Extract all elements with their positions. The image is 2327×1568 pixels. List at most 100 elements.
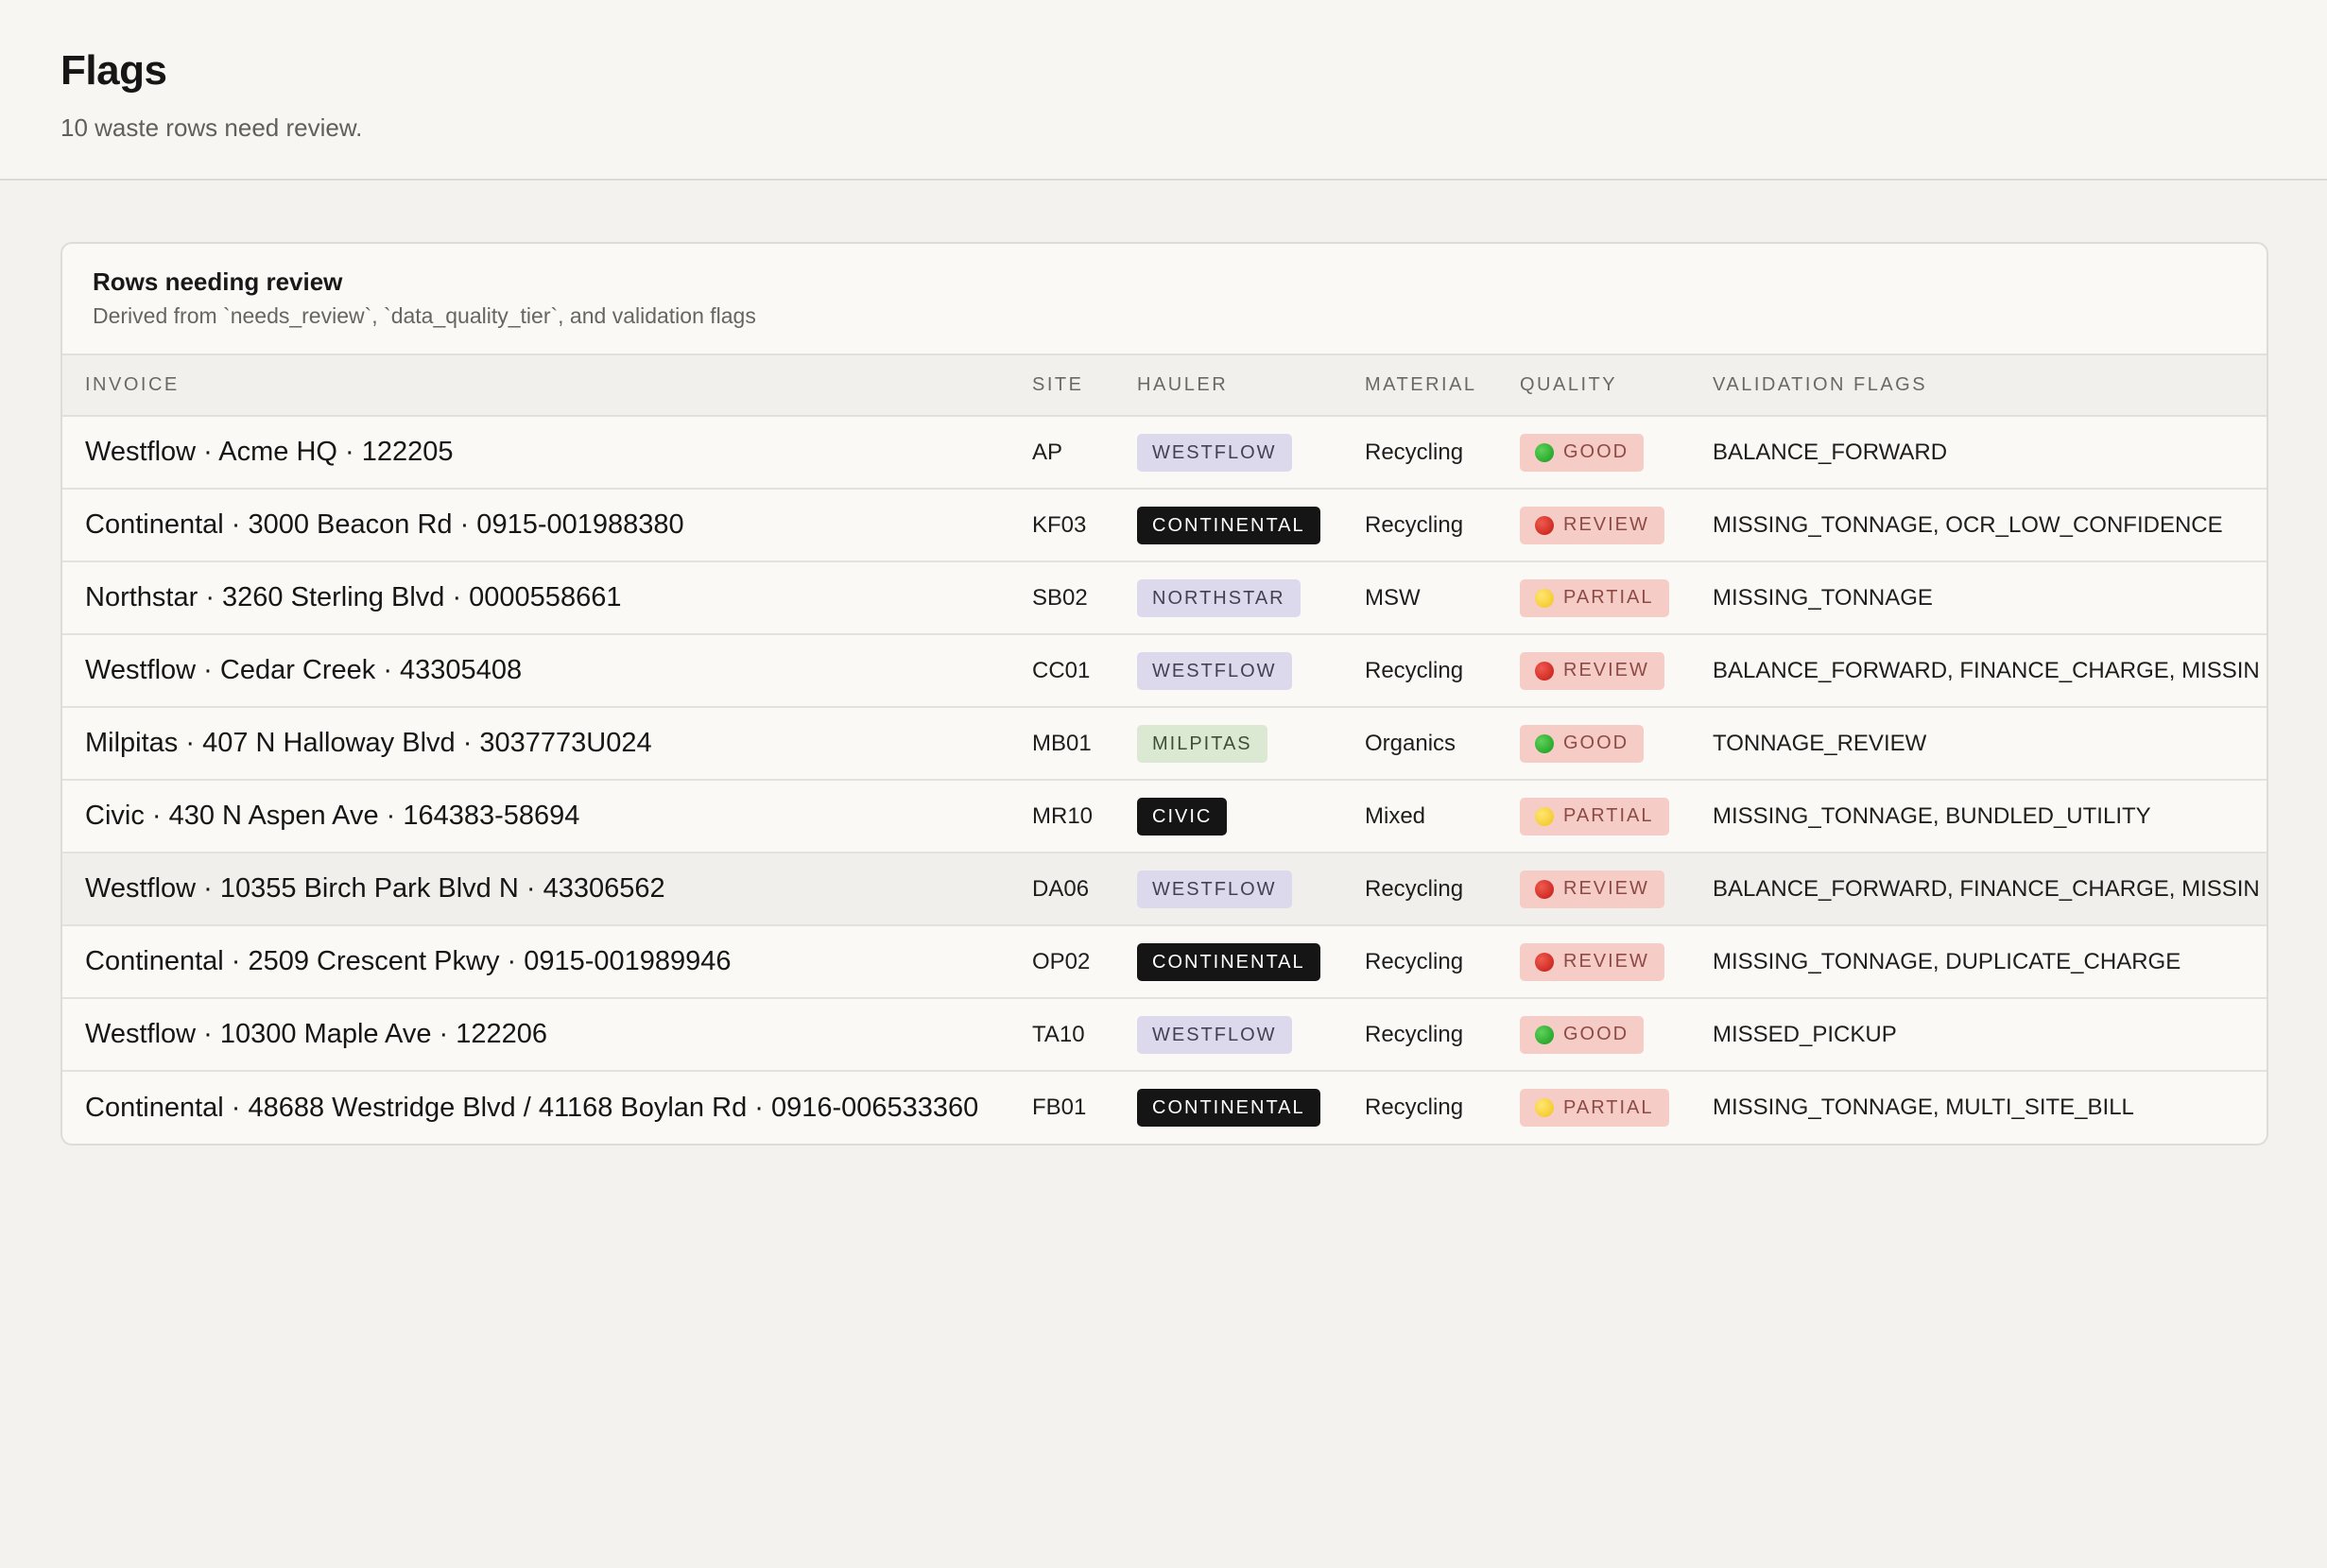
column-header-site[interactable]: SITE: [1009, 355, 1114, 417]
invoice-cell[interactable]: Continental · 2509 Crescent Pkwy · 0915-…: [62, 925, 1009, 998]
site-cell: MB01: [1032, 730, 1092, 756]
table-row[interactable]: Continental · 48688 Westridge Blvd / 411…: [62, 1071, 2267, 1144]
site-cell: AP: [1032, 439, 1063, 465]
material-cell: Mixed: [1365, 802, 1426, 829]
status-dot-icon: [1535, 442, 1554, 462]
hauler-cell: CONTINENTAL: [1114, 1071, 1342, 1144]
status-dot-icon: [1535, 515, 1554, 535]
invoice-cell[interactable]: Milpitas · 407 N Halloway Blvd · 3037773…: [62, 707, 1009, 780]
hauler-cell: WESTFLOW: [1114, 998, 1342, 1071]
material-cell: Recycling: [1365, 1021, 1464, 1047]
material-cell: Recycling: [1365, 875, 1464, 902]
quality-cell: REVIEW: [1497, 489, 1690, 561]
table-body: Westflow · Acme HQ · 122205 AP WESTFLOW Rec…: [62, 416, 2267, 1144]
table-row[interactable]: Northstar · 3260 Sterling Blvd · 0000558…: [62, 561, 2267, 634]
validation-flags-cell: MISSING_TONNAGE, BUNDLED_UTILITY: [1713, 802, 2151, 829]
status-dot-icon: [1535, 588, 1554, 608]
hauler-badge: CONTINENTAL: [1137, 942, 1320, 981]
invoice-cell[interactable]: Continental · 3000 Beacon Rd · 0915-0019…: [62, 489, 1009, 561]
site-cell: DA06: [1032, 875, 1090, 902]
status-dot-icon: [1535, 952, 1554, 972]
table-row[interactable]: Westflow · Acme HQ · 122205 AP WESTFLOW Rec…: [62, 416, 2267, 489]
card-title: Rows needing review: [93, 267, 343, 296]
table-row[interactable]: Civic · 430 N Aspen Ave · 164383-58694 MR…: [62, 780, 2267, 853]
table-row[interactable]: Westflow · 10300 Maple Ave · 122206 TA10 W…: [62, 998, 2267, 1071]
quality-badge: GOOD: [1520, 433, 1645, 472]
status-dot-icon: [1535, 879, 1554, 899]
table-row[interactable]: Continental · 2509 Crescent Pkwy · 0915-…: [62, 925, 2267, 998]
hauler-badge: NORTHSTAR: [1137, 578, 1301, 617]
hauler-badge: WESTFLOW: [1137, 870, 1292, 908]
quality-label: PARTIAL: [1563, 805, 1654, 826]
validation-flags-cell: BALANCE_FORWARD: [1713, 439, 1948, 465]
column-header-invoice[interactable]: INVOICE: [62, 355, 1009, 417]
table-row[interactable]: Westflow · 10355 Birch Park Blvd N · 433…: [62, 853, 2267, 925]
invoice-cell[interactable]: Westflow · 10355 Birch Park Blvd N · 433…: [62, 853, 1009, 925]
validation-flags-cell: BALANCE_FORWARD, FINANCE_CHARGE, MISSIN: [1713, 657, 2260, 683]
quality-badge: REVIEW: [1520, 870, 1664, 908]
review-table: INVOICE SITE HAULER MATERIAL QUALITY VAL…: [62, 355, 2267, 1144]
quality-label: GOOD: [1563, 441, 1629, 462]
hauler-cell: MILPITAS: [1114, 707, 1342, 780]
quality-label: REVIEW: [1563, 951, 1649, 972]
table-row[interactable]: Milpitas · 407 N Halloway Blvd · 3037773…: [62, 707, 2267, 780]
invoice-cell[interactable]: Westflow · 10300 Maple Ave · 122206: [62, 998, 1009, 1071]
quality-cell: REVIEW: [1497, 634, 1690, 707]
material-cell: Recycling: [1365, 439, 1464, 465]
validation-flags-cell: BALANCE_FORWARD, FINANCE_CHARGE, MISSIN: [1713, 875, 2260, 902]
hauler-badge: WESTFLOW: [1137, 1015, 1292, 1054]
quality-badge: GOOD: [1520, 1015, 1645, 1054]
quality-label: GOOD: [1563, 732, 1629, 753]
table-header-row: INVOICE SITE HAULER MATERIAL QUALITY VAL…: [62, 355, 2267, 417]
quality-label: REVIEW: [1563, 514, 1649, 535]
material-cell: Recycling: [1365, 511, 1464, 538]
invoice-cell[interactable]: Continental · 48688 Westridge Blvd / 411…: [62, 1071, 1009, 1144]
material-cell: MSW: [1365, 584, 1421, 611]
hauler-badge: CONTINENTAL: [1137, 1089, 1320, 1127]
quality-label: REVIEW: [1563, 878, 1649, 899]
invoice-cell[interactable]: Westflow · Cedar Creek · 43305408: [62, 634, 1009, 707]
site-cell: OP02: [1032, 948, 1091, 974]
quality-cell: PARTIAL: [1497, 561, 1690, 634]
validation-flags-cell: TONNAGE_REVIEW: [1713, 730, 1927, 756]
site-cell: FB01: [1032, 1094, 1087, 1120]
quality-cell: GOOD: [1497, 998, 1690, 1071]
hauler-badge: CONTINENTAL: [1137, 506, 1320, 544]
table-row[interactable]: Continental · 3000 Beacon Rd · 0915-0019…: [62, 489, 2267, 561]
review-card: Rows needing review Derived from `needs_…: [60, 242, 2268, 1146]
quality-badge: GOOD: [1520, 724, 1645, 763]
site-cell: SB02: [1032, 584, 1088, 611]
hauler-cell: WESTFLOW: [1114, 416, 1342, 489]
hauler-cell: CIVIC: [1114, 780, 1342, 853]
hauler-badge: WESTFLOW: [1137, 651, 1292, 690]
status-dot-icon: [1535, 806, 1554, 826]
site-cell: TA10: [1032, 1021, 1085, 1047]
column-header-hauler[interactable]: HAULER: [1114, 355, 1342, 417]
quality-badge: REVIEW: [1520, 942, 1664, 981]
material-cell: Recycling: [1365, 1094, 1464, 1120]
hauler-cell: WESTFLOW: [1114, 634, 1342, 707]
hauler-badge: MILPITAS: [1137, 724, 1267, 763]
quality-cell: REVIEW: [1497, 853, 1690, 925]
quality-cell: GOOD: [1497, 416, 1690, 489]
quality-cell: PARTIAL: [1497, 780, 1690, 853]
status-dot-icon: [1535, 733, 1554, 753]
status-dot-icon: [1535, 1025, 1554, 1044]
column-header-quality[interactable]: QUALITY: [1497, 355, 1690, 417]
page-header: Flags 10 waste rows need review.: [0, 0, 2327, 181]
invoice-cell[interactable]: Westflow · Acme HQ · 122205: [62, 416, 1009, 489]
column-header-material[interactable]: MATERIAL: [1342, 355, 1497, 417]
quality-badge: REVIEW: [1520, 651, 1664, 690]
quality-label: PARTIAL: [1563, 1096, 1654, 1118]
column-header-validation-flags[interactable]: VALIDATION FLAGS: [1690, 355, 2267, 417]
validation-flags-cell: MISSED_PICKUP: [1713, 1021, 1897, 1047]
validation-flags-cell: MISSING_TONNAGE: [1713, 584, 1933, 611]
site-cell: MR10: [1032, 802, 1094, 829]
invoice-cell[interactable]: Northstar · 3260 Sterling Blvd · 0000558…: [62, 561, 1009, 634]
material-cell: Organics: [1365, 730, 1457, 756]
quality-label: PARTIAL: [1563, 587, 1654, 608]
table-row[interactable]: Westflow · Cedar Creek · 43305408 CC01 WES…: [62, 634, 2267, 707]
invoice-cell[interactable]: Civic · 430 N Aspen Ave · 164383-58694: [62, 780, 1009, 853]
hauler-badge: WESTFLOW: [1137, 433, 1292, 472]
quality-badge: PARTIAL: [1520, 1089, 1669, 1127]
